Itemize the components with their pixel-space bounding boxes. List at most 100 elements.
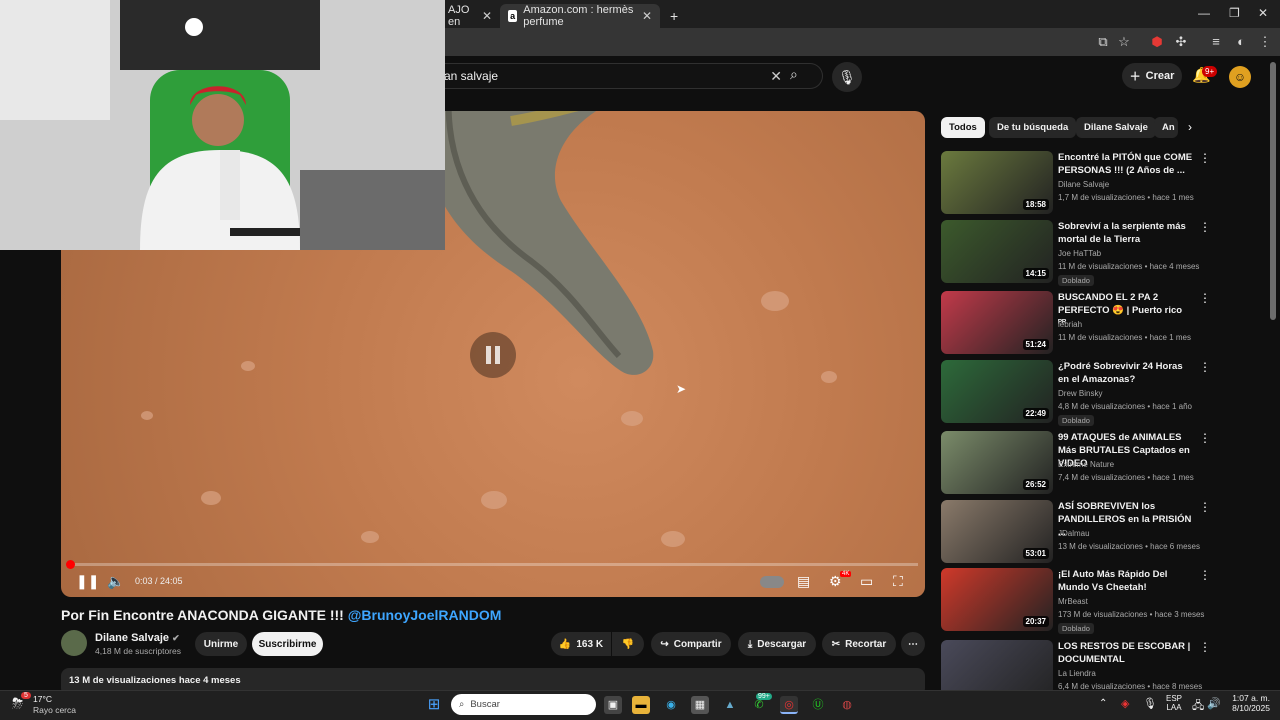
recommended-title[interactable]: LOS RESTOS DE ESCOBAR | DOCUMENTAL	[1058, 640, 1193, 666]
like-button[interactable]: 👍 163 K	[551, 632, 611, 656]
more-options-icon[interactable]: ⋮	[1199, 360, 1211, 374]
browser-tab[interactable]: AJO en ✕	[440, 4, 500, 28]
recommended-title[interactable]: ¡El Auto Más Rápido Del Mundo Vs Cheetah…	[1058, 568, 1193, 594]
channel-avatar[interactable]	[61, 630, 87, 656]
restore-icon[interactable]: ❐	[1229, 6, 1240, 20]
task-view-icon[interactable]: ▣	[604, 696, 622, 714]
recommended-channel[interactable]: Extreme Nature	[1058, 460, 1114, 469]
search-input[interactable]: an salvaje ✕	[430, 63, 823, 89]
pause-overlay-icon[interactable]	[470, 332, 516, 378]
chip-an[interactable]: An	[1154, 117, 1178, 138]
video-thumbnail[interactable]: 22:49	[941, 360, 1053, 423]
extensions-puzzle-icon[interactable]: ✣	[1172, 33, 1190, 51]
create-button[interactable]: ＋ Crear	[1122, 63, 1182, 89]
chip-todos[interactable]: Todos	[941, 117, 985, 138]
fullscreen-icon[interactable]: ⛶	[893, 573, 903, 589]
tray-app-icon[interactable]: ◈	[1121, 697, 1129, 710]
recommended-video[interactable]: 22:49 ¿Podré Sobrevivir 24 Horas en el Am…	[941, 360, 1211, 426]
video-thumbnail[interactable]: 53:01	[941, 500, 1053, 563]
recommended-title[interactable]: ¿Podré Sobrevivir 24 Horas en el Amazona…	[1058, 360, 1193, 386]
recommended-video[interactable]: 20:37 ¡El Auto Más Rápido Del Mundo Vs Ch…	[941, 568, 1211, 634]
chrome-icon[interactable]: ◎	[780, 696, 798, 714]
account-avatar[interactable]: ☺	[1229, 66, 1251, 88]
clear-search-icon[interactable]: ✕	[770, 68, 782, 85]
recommended-channel[interactable]: JDalmau	[1058, 529, 1090, 538]
dislike-button[interactable]: 👎	[612, 632, 644, 656]
taskbar-search-input[interactable]: ⌕ Buscar	[451, 694, 596, 715]
more-options-icon[interactable]: ⋮	[1199, 151, 1211, 165]
network-icon[interactable]: 🖧	[1192, 697, 1204, 716]
recommended-video[interactable]: 14:15 Sobreviví a la serpiente más mortal…	[941, 220, 1211, 286]
join-button[interactable]: Unirme	[195, 632, 247, 656]
scrollbar[interactable]	[1270, 62, 1276, 320]
browser-tab-active[interactable]: a Amazon.com : hermès perfume ✕	[500, 4, 660, 28]
clock[interactable]: 1:07 a. m. 8/10/2025	[1228, 693, 1270, 713]
video-thumbnail[interactable]: 26:52	[941, 431, 1053, 494]
app-u-icon[interactable]: Ⓤ	[809, 696, 827, 714]
recommended-channel[interactable]: Dilane Salvaje	[1058, 180, 1109, 189]
drive-icon[interactable]: ▲	[721, 696, 739, 714]
clip-button[interactable]: ✂ Recortar	[822, 632, 896, 656]
tray-chevron-up-icon[interactable]: ⌃	[1099, 698, 1107, 709]
pause-button[interactable]: ❚❚	[76, 573, 99, 589]
progress-scrubber[interactable]	[66, 560, 75, 569]
recommended-video[interactable]: 26:52 99 ATAQUES de ANIMALES Más BRUTALES…	[941, 431, 1211, 495]
chip-dilane-salvaje[interactable]: Dilane Salvaje	[1076, 117, 1156, 138]
install-app-icon[interactable]: ⧉	[1094, 33, 1112, 51]
close-tab-icon[interactable]: ✕	[482, 9, 492, 23]
media-control-icon[interactable]: ≡	[1207, 33, 1225, 51]
profile-icon[interactable]: ◐	[1232, 33, 1250, 51]
windows-start-icon[interactable]: ⊞	[425, 696, 443, 714]
more-actions-button[interactable]: ⋯	[901, 632, 925, 656]
search-icon: ⌕	[459, 699, 465, 710]
recommended-channel[interactable]: Joe HaTTab	[1058, 249, 1101, 258]
recommended-channel[interactable]: La Liendra	[1058, 669, 1096, 678]
more-options-icon[interactable]: ⋮	[1199, 500, 1211, 514]
channel-name[interactable]: Dilane Salvaje ✔	[95, 632, 180, 644]
bookmark-star-icon[interactable]: ☆	[1115, 33, 1133, 51]
close-window-icon[interactable]: ✕	[1258, 6, 1268, 20]
video-thumbnail[interactable]: 18:58	[941, 151, 1053, 214]
voice-search-button[interactable]: 🎙	[832, 62, 862, 92]
file-explorer-icon[interactable]: ▬	[632, 696, 650, 714]
more-options-icon[interactable]: ⋮	[1199, 431, 1211, 445]
tray-mic-icon[interactable]: 🎙	[1143, 697, 1157, 710]
language-indicator[interactable]: ESP LAA	[1166, 694, 1182, 712]
recommended-channel[interactable]: lebriah	[1058, 320, 1082, 329]
recommended-channel[interactable]: MrBeast	[1058, 597, 1088, 606]
theater-mode-icon[interactable]: ▭	[860, 573, 873, 589]
recommended-channel[interactable]: Drew Binsky	[1058, 389, 1102, 398]
more-options-icon[interactable]: ⋮	[1199, 640, 1211, 654]
recommended-video[interactable]: 18:58 Encontré la PITÓN que COME PERSONAS…	[941, 151, 1211, 215]
video-thumbnail[interactable]: 14:15	[941, 220, 1053, 283]
more-options-icon[interactable]: ⋮	[1199, 568, 1211, 582]
recommended-title[interactable]: Sobreviví a la serpiente más mortal de l…	[1058, 220, 1193, 246]
more-options-icon[interactable]: ⋮	[1199, 291, 1211, 305]
search-icon[interactable]: ⌕	[790, 66, 798, 83]
edge-icon[interactable]: ◉	[662, 696, 680, 714]
store-icon[interactable]: ▦	[691, 696, 709, 714]
volume-icon[interactable]: 🔈	[107, 573, 124, 589]
new-tab-button[interactable]: +	[662, 4, 682, 28]
video-thumbnail[interactable]: 51:24	[941, 291, 1053, 354]
video-thumbnail[interactable]: 20:37	[941, 568, 1053, 631]
recommended-title[interactable]: Encontré la PITÓN que COME PERSONAS !!! …	[1058, 151, 1193, 177]
browser-menu-icon[interactable]: ⋮	[1256, 33, 1274, 51]
close-tab-icon[interactable]: ✕	[642, 9, 652, 23]
subscribe-button[interactable]: Suscribirme	[252, 632, 323, 656]
video-title-mention-link[interactable]: @BrunoyJoelRANDOM	[348, 607, 502, 623]
share-button[interactable]: ↪ Compartir	[651, 632, 731, 656]
download-button[interactable]: ⤓ Descargar	[738, 632, 816, 656]
recommended-video[interactable]: 51:24 BUSCANDO EL 2 PA 2 PERFECTO 😍 | Pue…	[941, 291, 1211, 355]
chip-de-tu-busqueda[interactable]: De tu búsqueda	[989, 117, 1077, 138]
app-icon[interactable]: ◍	[838, 696, 856, 714]
progress-bar[interactable]	[70, 563, 918, 566]
speaker-icon[interactable]: 🔊	[1207, 697, 1221, 710]
recommended-video[interactable]: 53:01 ASÍ SOBREVIVEN los PANDILLEROS en l…	[941, 500, 1211, 564]
chevron-right-icon[interactable]: ›	[1188, 120, 1192, 134]
subtitles-icon[interactable]: ▤	[797, 573, 810, 589]
extension-shield-icon[interactable]: ⬢	[1148, 33, 1166, 51]
more-options-icon[interactable]: ⋮	[1199, 220, 1211, 234]
autoplay-toggle[interactable]	[760, 576, 784, 588]
minimize-icon[interactable]: —	[1198, 6, 1210, 20]
